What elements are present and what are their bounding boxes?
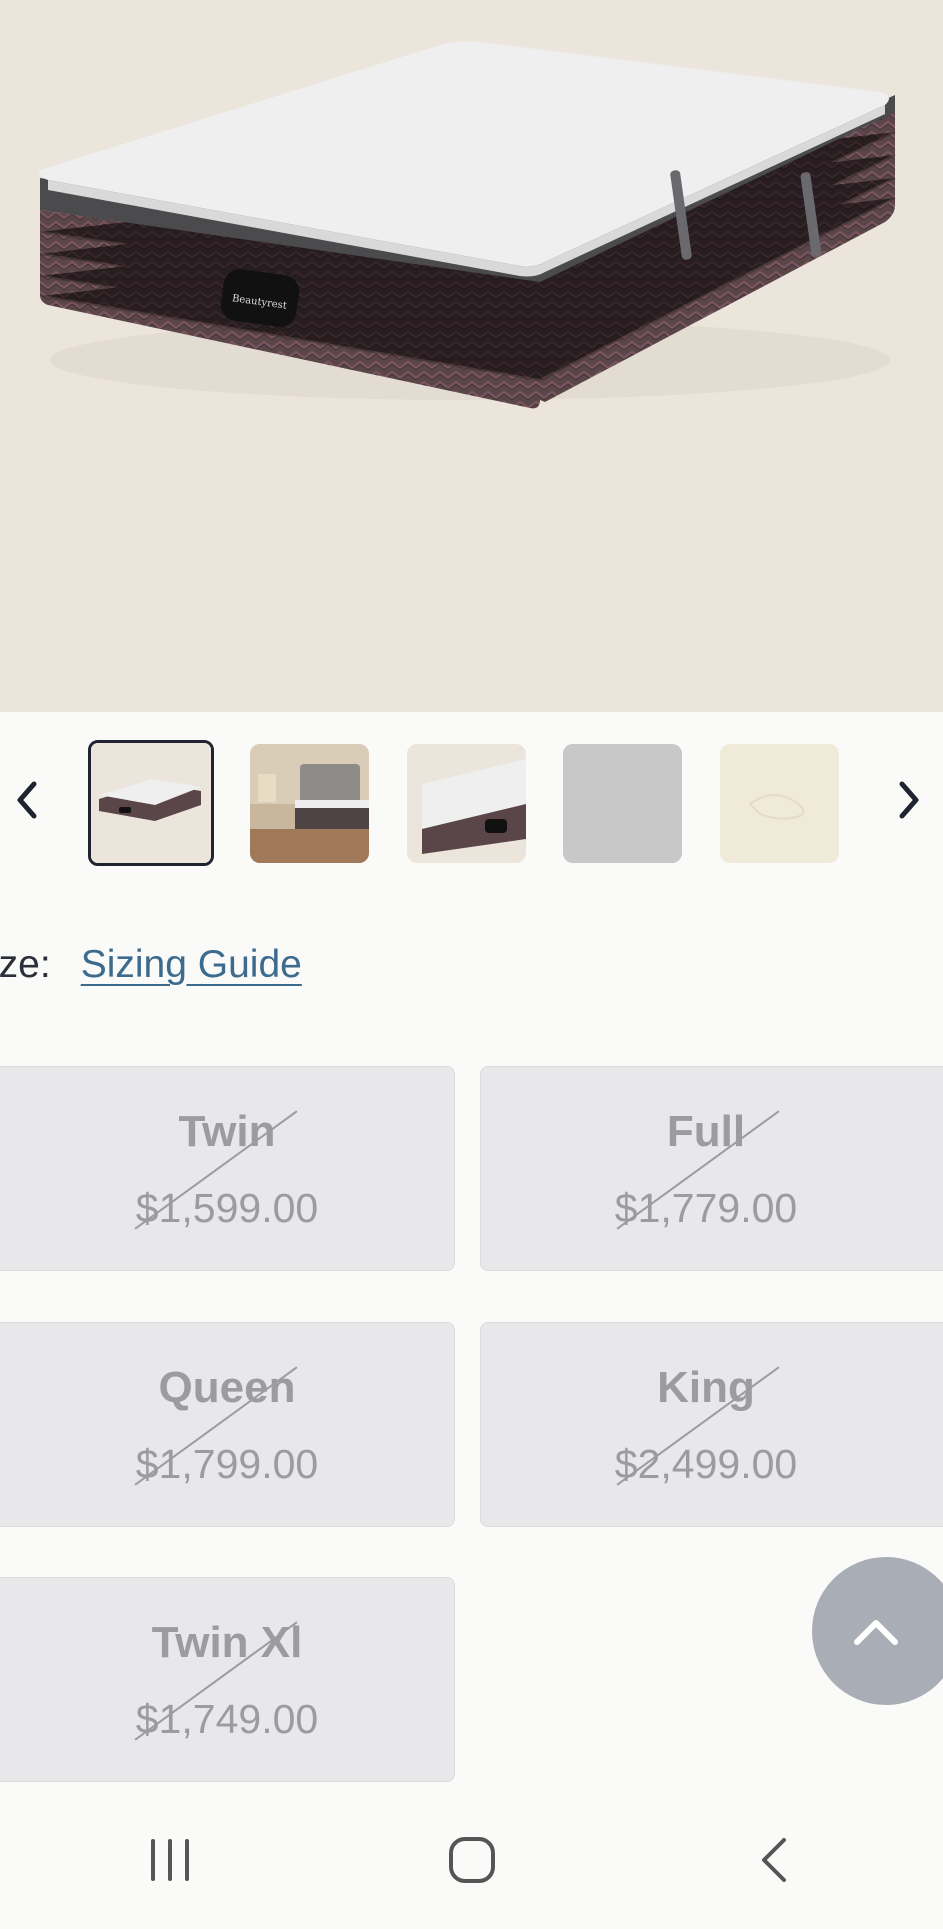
- size-option-name: Queen: [158, 1363, 296, 1412]
- size-option-price: $1,799.00: [135, 1441, 319, 1487]
- back-icon: [762, 1838, 786, 1882]
- size-option-name: Twin Xl: [151, 1618, 303, 1667]
- thumbnail-strip: [0, 712, 943, 882]
- chevron-up-icon: [854, 1620, 898, 1645]
- thumbnail-1[interactable]: [88, 740, 214, 866]
- chevron-left-icon: [17, 781, 37, 819]
- size-option-price: $2,499.00: [614, 1441, 798, 1487]
- home-icon: [449, 1837, 495, 1883]
- size-row: ize: Sizing Guide: [0, 935, 302, 995]
- recents-button[interactable]: [120, 1820, 220, 1900]
- size-option-queen[interactable]: Queen $1,799.00: [0, 1322, 455, 1527]
- home-button[interactable]: [422, 1820, 522, 1900]
- thumbnail-3[interactable]: [407, 744, 526, 863]
- size-option-full[interactable]: Full $1,779.00: [480, 1066, 943, 1271]
- chevron-right-icon: [899, 781, 919, 819]
- back-to-top-button[interactable]: [812, 1557, 943, 1705]
- bedroom-scene-thumbnail: [250, 744, 369, 863]
- system-navigation-bar: [0, 1790, 943, 1929]
- size-option-king[interactable]: King $2,499.00: [480, 1322, 943, 1527]
- thumbnail-5[interactable]: [720, 744, 839, 863]
- size-option-price: $1,749.00: [135, 1696, 319, 1742]
- sizing-guide-link[interactable]: Sizing Guide: [81, 943, 302, 987]
- mattress-image: Beautyrest: [39, 41, 896, 409]
- size-option-price: $1,779.00: [614, 1185, 798, 1231]
- mattress-thumbnail: [91, 743, 211, 863]
- gray-placeholder-thumbnail: [563, 744, 682, 863]
- gallery-prev-button[interactable]: [2, 764, 52, 836]
- size-option-twin[interactable]: Twin $1,599.00: [0, 1066, 455, 1271]
- thumbnail-4[interactable]: [563, 744, 682, 863]
- cream-texture-thumbnail: [720, 744, 839, 863]
- size-option-name: King: [657, 1363, 755, 1412]
- size-option-name: Full: [666, 1107, 746, 1156]
- size-option-price: $1,599.00: [135, 1185, 319, 1231]
- thumbnail-2[interactable]: [250, 744, 369, 863]
- back-button[interactable]: [724, 1820, 824, 1900]
- recents-icon: [151, 1839, 189, 1881]
- product-main-image[interactable]: Beautyrest: [0, 0, 943, 712]
- size-option-twin-xl[interactable]: Twin Xl $1,749.00: [0, 1577, 455, 1782]
- size-label: ize:: [0, 943, 51, 986]
- size-option-name: Twin: [178, 1107, 276, 1156]
- gallery-next-button[interactable]: [884, 764, 934, 836]
- mattress-closeup-thumbnail: [407, 744, 526, 863]
